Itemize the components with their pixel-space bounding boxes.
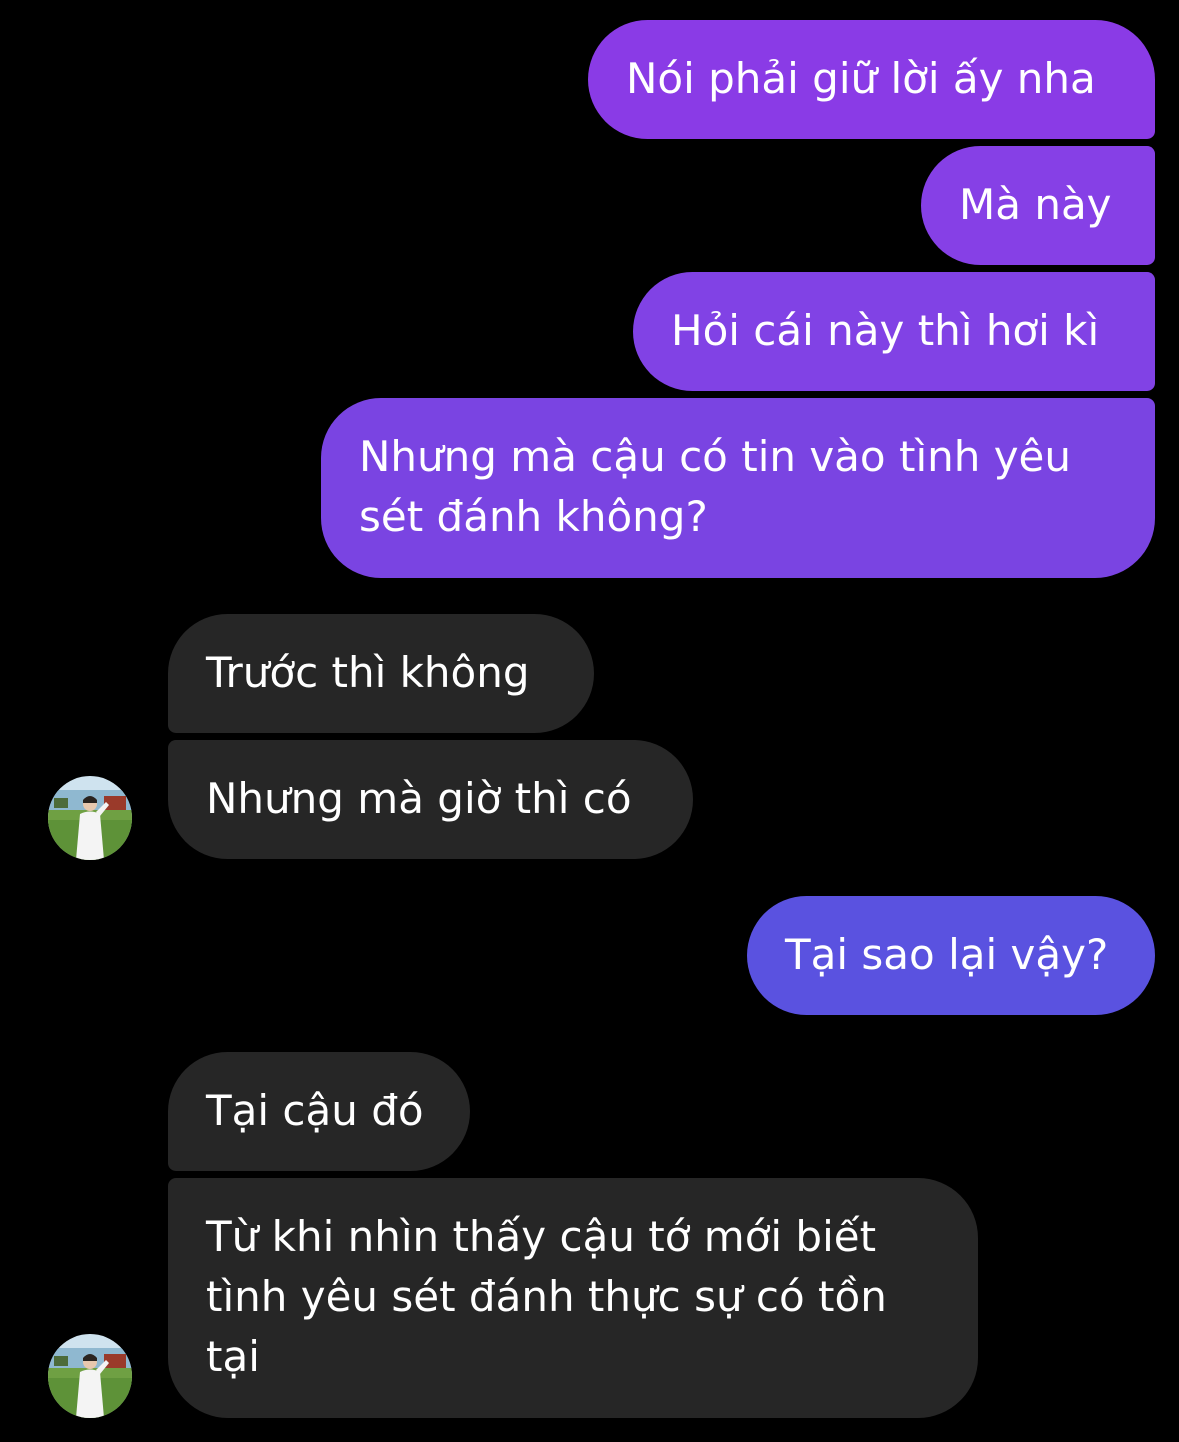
message-text: Hỏi cái này thì hơi kì xyxy=(671,306,1100,355)
message-bubble-sent[interactable]: Nói phải giữ lời ấy nha xyxy=(588,20,1155,139)
message-bubble-sent[interactable]: Hỏi cái này thì hơi kì xyxy=(633,272,1155,391)
message-text: Trước thì không xyxy=(206,648,530,697)
message-text: Từ khi nhìn thấy cậu tớ mới biết tình yê… xyxy=(206,1212,887,1381)
message-bubble-received[interactable]: Nhưng mà giờ thì có xyxy=(168,740,693,859)
message-bubble-sent[interactable]: Tại sao lại vậy? xyxy=(747,896,1155,1015)
message-text: Nói phải giữ lời ấy nha xyxy=(626,54,1096,103)
message-text: Tại sao lại vậy? xyxy=(785,930,1109,979)
message-text: Tại cậu đó xyxy=(206,1086,424,1135)
message-bubble-received[interactable]: Trước thì không xyxy=(168,614,594,733)
message-bubble-sent[interactable]: Nhưng mà cậu có tin vào tình yêu sét đán… xyxy=(321,398,1155,578)
message-text: Nhưng mà giờ thì có xyxy=(206,774,632,823)
profile-photo-avatar-icon[interactable] xyxy=(48,1334,132,1418)
profile-photo-avatar-icon[interactable] xyxy=(48,776,132,860)
message-text: Mà này xyxy=(959,180,1112,229)
message-bubble-received[interactable]: Từ khi nhìn thấy cậu tớ mới biết tình yê… xyxy=(168,1178,978,1418)
message-bubble-received[interactable]: Tại cậu đó xyxy=(168,1052,470,1171)
message-text: Nhưng mà cậu có tin vào tình yêu sét đán… xyxy=(359,432,1072,541)
message-bubble-sent[interactable]: Mà này xyxy=(921,146,1155,265)
